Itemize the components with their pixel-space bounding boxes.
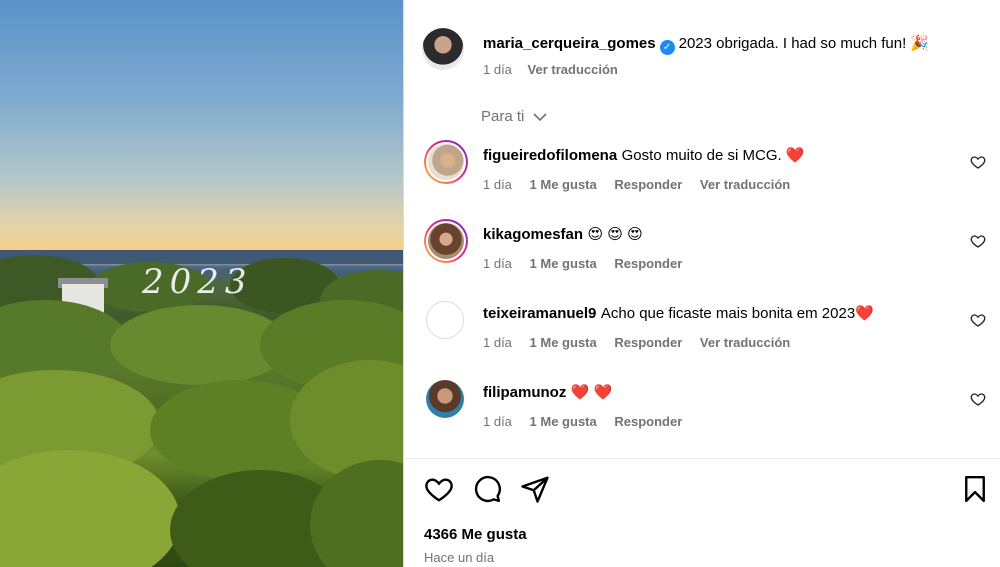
like-comment-heart-icon[interactable] — [970, 312, 986, 328]
caption-text: 2023 obrigada. I had so much fun! 🎉 — [678, 35, 930, 52]
share-send-icon[interactable] — [520, 474, 550, 504]
chevron-down-icon — [532, 113, 547, 122]
like-comment-heart-icon[interactable] — [970, 391, 986, 407]
comment-age[interactable]: 1 día — [483, 335, 512, 350]
like-heart-icon[interactable] — [424, 474, 454, 504]
comment-avatar[interactable] — [424, 140, 468, 184]
comment-username[interactable]: filipamunoz — [483, 384, 566, 401]
comment-item: figueiredofilomena Gosto muito de si MCG… — [424, 140, 1000, 200]
comment-avatar-photo — [426, 221, 466, 261]
comment-avatar[interactable] — [426, 301, 464, 339]
comment-age[interactable]: 1 día — [483, 414, 512, 429]
caption: maria_cerqueira_gomes ✓ 2023 obrigada. I h… — [483, 34, 929, 55]
author-avatar[interactable] — [422, 28, 464, 70]
year-overlay-text: 2023 — [142, 262, 253, 302]
comment-body: filipamunoz ❤️ ❤️ — [483, 383, 612, 402]
comment-likes[interactable]: 1 Me gusta — [530, 177, 597, 192]
comments-filter-dropdown[interactable]: Para ti — [481, 108, 547, 125]
post-panel: maria_cerqueira_gomes ✓ 2023 obrigada. I h… — [404, 0, 1000, 567]
actions-divider — [404, 458, 1000, 459]
like-comment-heart-icon[interactable] — [970, 154, 986, 170]
reply-button[interactable]: Responder — [614, 256, 682, 271]
caption-translate-link[interactable]: Ver traducción — [528, 62, 618, 77]
comment-body: teixeiramanuel9 Acho que ficaste mais bo… — [483, 304, 874, 323]
comment-text: Gosto muito de si MCG. ❤️ — [621, 147, 805, 164]
comment-username[interactable]: teixeiramanuel9 — [483, 305, 596, 322]
comment-body: kikagomesfan 😍 😍 😍 — [483, 225, 643, 244]
reply-button[interactable]: Responder — [614, 177, 682, 192]
comment-body: figueiredofilomena Gosto muito de si MCG… — [483, 146, 805, 165]
comment-avatar[interactable] — [424, 219, 468, 263]
caption-age[interactable]: 1 día — [483, 62, 512, 77]
comment-age[interactable]: 1 día — [483, 256, 512, 271]
comment-text: Acho que ficaste mais bonita em 2023❤️ — [600, 305, 874, 322]
likes-count[interactable]: 4366 Me gusta — [424, 526, 527, 543]
comment-likes[interactable]: 1 Me gusta — [530, 256, 597, 271]
comment-text: ❤️ ❤️ — [570, 384, 613, 401]
post-actions-bar — [424, 474, 990, 506]
comment-text: 😍 😍 😍 — [587, 226, 643, 243]
caption-meta: 1 día Ver traducción — [483, 62, 618, 77]
translate-link[interactable]: Ver traducción — [700, 335, 790, 350]
comment-avatar[interactable] — [426, 380, 464, 418]
comment-actions: 1 día 1 Me gusta Responder Ver traducció… — [483, 177, 804, 192]
tree-canopy — [0, 450, 180, 567]
comment-actions: 1 día 1 Me gusta Responder — [483, 256, 696, 271]
comment-item: filipamunoz ❤️ ❤️ 1 día 1 Me gusta Respo… — [424, 377, 1000, 437]
comment-likes[interactable]: 1 Me gusta — [530, 335, 597, 350]
comment-item: kikagomesfan 😍 😍 😍 1 día 1 Me gusta Resp… — [424, 219, 1000, 279]
comment-likes[interactable]: 1 Me gusta — [530, 414, 597, 429]
reply-button[interactable]: Responder — [614, 414, 682, 429]
comment-actions: 1 día 1 Me gusta Responder Ver traducció… — [483, 335, 804, 350]
save-bookmark-icon[interactable] — [960, 474, 990, 504]
comment-age[interactable]: 1 día — [483, 177, 512, 192]
comment-bubble-icon[interactable] — [472, 474, 502, 504]
comment-actions: 1 día 1 Me gusta Responder — [483, 414, 696, 429]
comment-username[interactable]: kikagomesfan — [483, 226, 583, 243]
reply-button[interactable]: Responder — [614, 335, 682, 350]
comments-filter-label: Para ti — [481, 108, 525, 125]
author-username[interactable]: maria_cerqueira_gomes — [483, 35, 656, 52]
comment-avatar-photo — [426, 142, 466, 182]
post-time: Hace un día — [424, 550, 495, 565]
tree-canopy — [310, 460, 403, 567]
translate-link[interactable]: Ver traducción — [700, 177, 790, 192]
comment-username[interactable]: figueiredofilomena — [483, 147, 617, 164]
like-comment-heart-icon[interactable] — [970, 233, 986, 249]
verified-badge-icon: ✓ — [659, 40, 675, 55]
comment-item: teixeiramanuel9 Acho que ficaste mais bo… — [424, 298, 1000, 358]
author-avatar-photo — [422, 28, 464, 70]
post-image[interactable]: 2023 — [0, 0, 403, 567]
